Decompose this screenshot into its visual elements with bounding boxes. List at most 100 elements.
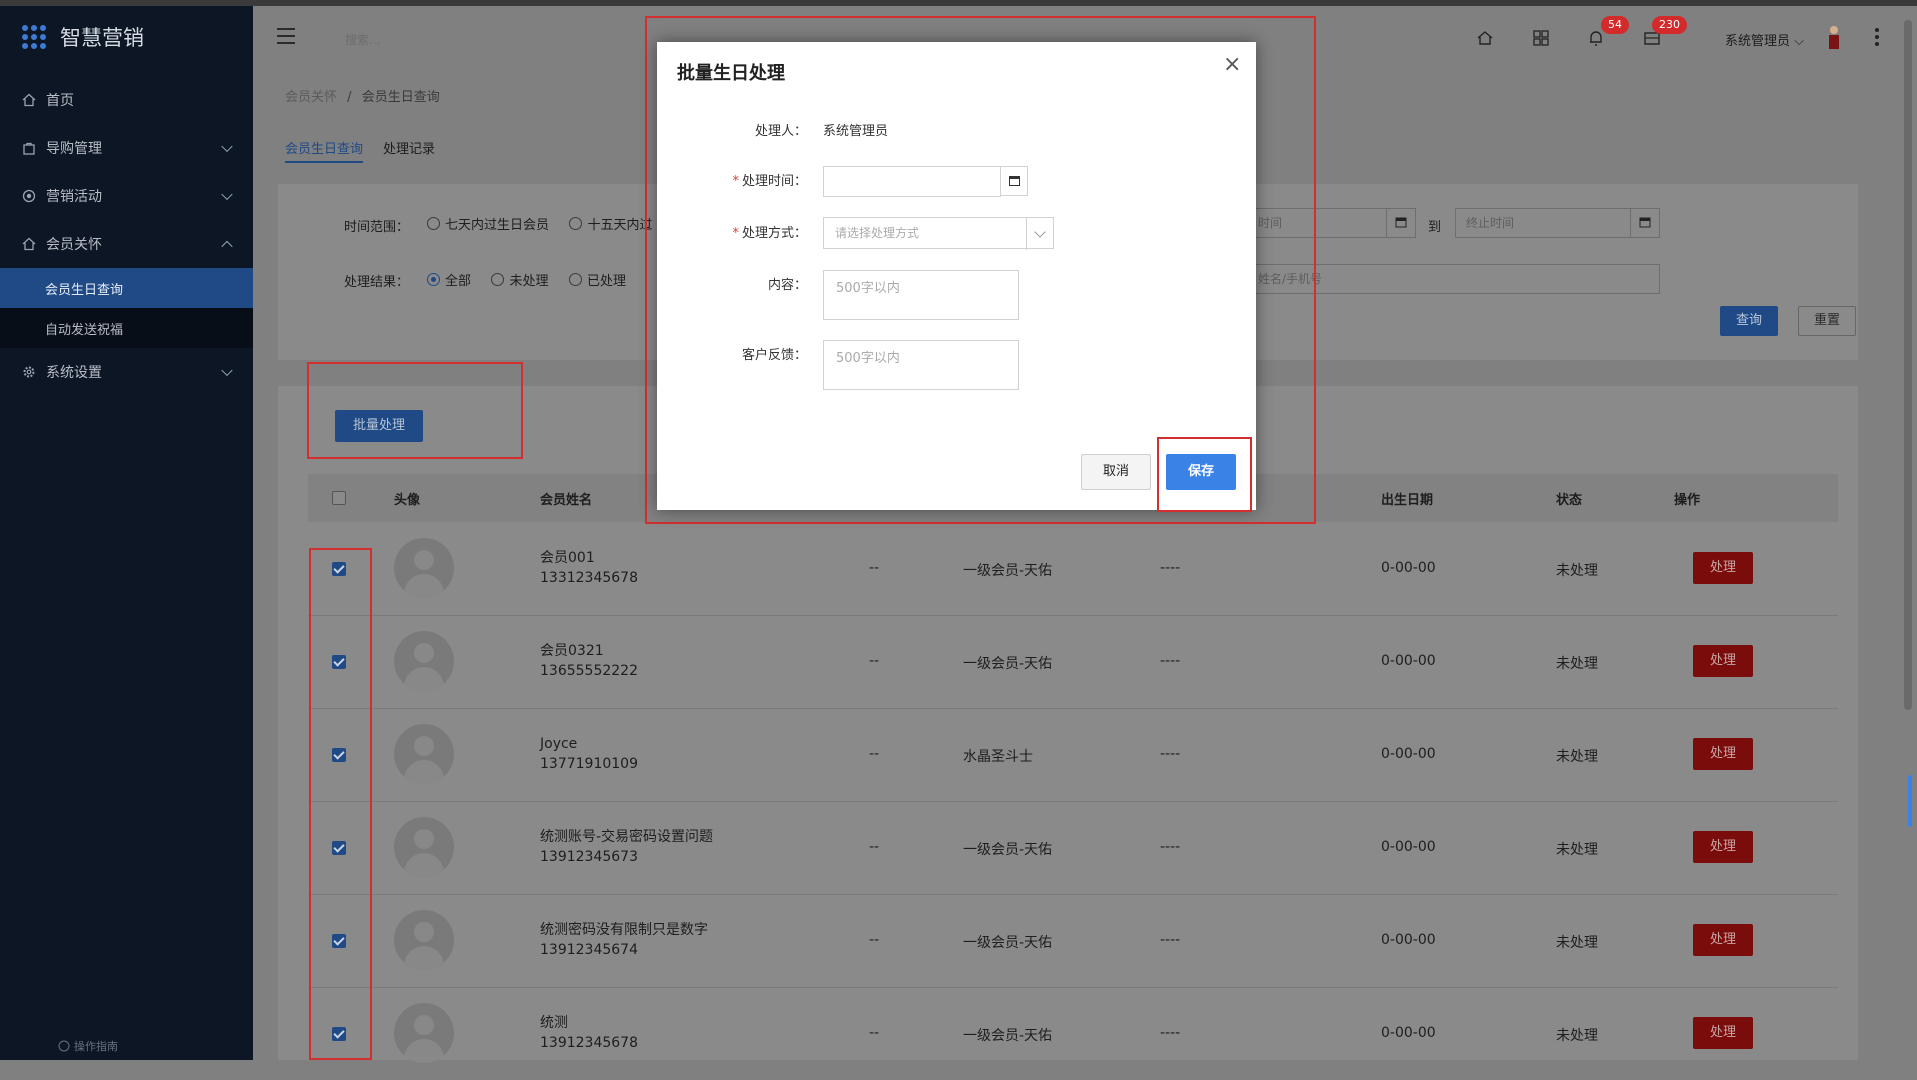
sidebar-item-marketing[interactable]: 营销活动: [0, 172, 253, 220]
reset-button[interactable]: 重置: [1798, 306, 1856, 336]
feedback-textarea[interactable]: 500字以内: [823, 340, 1019, 390]
chevron-down-icon: [221, 188, 233, 201]
cell-dash: --: [869, 932, 880, 948]
radio-label: 已处理: [586, 274, 626, 289]
avatar: [394, 910, 454, 970]
more-vertical-icon[interactable]: [1875, 28, 1879, 49]
sidebar-subitem-auto-greeting[interactable]: 自动发送祝福: [0, 308, 253, 348]
range-label: 时间范围：: [344, 220, 410, 235]
content-textarea[interactable]: 500字以内: [823, 270, 1019, 320]
handler-label: 处理人：: [754, 124, 807, 139]
radio-label: 十五天内过: [587, 218, 653, 233]
sidebar-item-guide[interactable]: 导购管理: [0, 124, 253, 172]
cell-birth: 0-00-00: [1381, 560, 1436, 576]
member-name: 会员0321: [540, 643, 604, 659]
home-icon[interactable]: [1475, 28, 1495, 48]
guide-label: 操作指南: [74, 1040, 118, 1053]
radio-fifteen-days[interactable]: 十五天内过: [569, 214, 652, 233]
sidebar-item-label: 导购管理: [46, 141, 102, 157]
menu-toggle-icon[interactable]: [277, 28, 295, 44]
process-button[interactable]: 处理: [1693, 1017, 1753, 1049]
radio-unhandled[interactable]: 未处理: [491, 270, 548, 289]
guide-link[interactable]: 操作指南: [58, 1038, 118, 1054]
calendar-icon[interactable]: [1000, 166, 1028, 196]
close-icon[interactable]: ×: [1223, 52, 1241, 77]
notification-badge: 54: [1601, 16, 1629, 34]
cell-status: 未处理: [1556, 656, 1598, 672]
sidebar-item-label: 系统设置: [46, 365, 102, 381]
process-button[interactable]: 处理: [1693, 831, 1753, 863]
page-scrollbar[interactable]: [1904, 20, 1912, 710]
cancel-button[interactable]: 取消: [1081, 454, 1151, 490]
time-input[interactable]: [823, 166, 1001, 197]
user-avatar[interactable]: [1826, 24, 1842, 50]
avatar: [394, 538, 454, 598]
query-button[interactable]: 查询: [1720, 306, 1778, 336]
bag-icon: [23, 142, 35, 155]
search-input[interactable]: 搜索...: [345, 31, 380, 48]
tab-records[interactable]: 处理记录: [383, 138, 435, 163]
cell-dash: --: [869, 653, 880, 669]
cell-dash: --: [869, 560, 880, 576]
sidebar-subitem-label: 会员生日查询: [45, 282, 124, 298]
member-name-cell: 统测账号-交易密码设置问题 13912345673: [540, 827, 713, 867]
method-select[interactable]: 请选择处理方式: [823, 217, 1055, 250]
cell-birth: 0-00-00: [1381, 746, 1436, 762]
highlight-box-save: [1157, 437, 1252, 512]
select-all-checkbox[interactable]: [332, 491, 346, 505]
breadcrumb-parent[interactable]: 会员关怀: [285, 90, 337, 105]
process-button[interactable]: 处理: [1693, 924, 1753, 956]
help-icon: [58, 1040, 70, 1052]
member-name-cell: 统测 13912345678: [540, 1013, 638, 1053]
process-button[interactable]: 处理: [1693, 552, 1753, 584]
modal-title: 批量生日处理: [677, 63, 785, 84]
member-phone: 13912345674: [540, 942, 638, 958]
sidebar-subitem-birthday-query[interactable]: 会员生日查询: [0, 268, 253, 308]
tab-birthday-query[interactable]: 会员生日查询: [285, 138, 364, 163]
member-phone: 13771910109: [540, 756, 638, 772]
radio-handled[interactable]: 已处理: [568, 270, 626, 289]
range-radio-group: 七天内过生日会员 十五天内过: [427, 214, 668, 234]
method-label: * 处理方式：: [657, 222, 807, 241]
breadcrumb-separator: /: [347, 90, 352, 105]
col-avatar: 头像: [394, 493, 421, 508]
gear-icon: [23, 366, 35, 378]
result-radio-group: 全部 未处理 已处理: [427, 270, 642, 290]
avatar: [394, 724, 454, 784]
member-name-cell: Joyce 13771910109: [540, 734, 638, 774]
sidebar-item-home[interactable]: 首页: [0, 76, 253, 124]
user-menu[interactable]: 系统管理员 ⌵: [1725, 30, 1804, 49]
cell-status: 未处理: [1556, 842, 1598, 858]
sidebar-item-settings[interactable]: 系统设置: [0, 348, 253, 396]
cell-level: 一级会员-天佑: [963, 1028, 1053, 1044]
end-time-input[interactable]: 终止时间: [1455, 208, 1631, 238]
sidebar-item-member-care[interactable]: 会员关怀: [0, 220, 253, 268]
cell-level: 一级会员-天佑: [963, 935, 1053, 951]
cell-birth: 0-00-00: [1381, 653, 1436, 669]
radio-seven-days[interactable]: 七天内过生日会员: [427, 214, 549, 233]
apps-grid-icon[interactable]: [1531, 28, 1551, 48]
highlight-box-batch: [307, 362, 523, 459]
process-button[interactable]: 处理: [1693, 738, 1753, 770]
radio-label: 未处理: [509, 274, 549, 289]
cell-status: 未处理: [1556, 1028, 1598, 1044]
chevron-down-icon: ⌵: [1794, 34, 1805, 49]
process-button[interactable]: 处理: [1693, 645, 1753, 677]
avatar: [394, 631, 454, 691]
grid-dots-icon: [22, 25, 46, 49]
radio-all[interactable]: 全部: [427, 270, 471, 289]
handler-value: 系统管理员: [823, 124, 889, 139]
member-phone: 13655552222: [540, 663, 638, 679]
member-phone: 13312345678: [540, 570, 638, 586]
chevron-down-icon: [221, 364, 233, 377]
table-row: 统测账号-交易密码设置问题 13912345673 -- 一级会员-天佑 ----…: [308, 801, 1838, 895]
cell-level: 一级会员-天佑: [963, 656, 1053, 672]
member-name-cell: 统测密码没有限制只是数字 13912345674: [540, 920, 708, 960]
member-name: 统测: [540, 1015, 568, 1031]
chevron-down-icon: [1026, 218, 1055, 250]
cell-dash: ----: [1160, 560, 1181, 576]
scroll-position-indicator[interactable]: [1908, 775, 1912, 827]
calendar-icon[interactable]: [1386, 208, 1416, 238]
app-logo[interactable]: 智慧营销: [0, 6, 253, 68]
calendar-icon[interactable]: [1630, 208, 1660, 238]
